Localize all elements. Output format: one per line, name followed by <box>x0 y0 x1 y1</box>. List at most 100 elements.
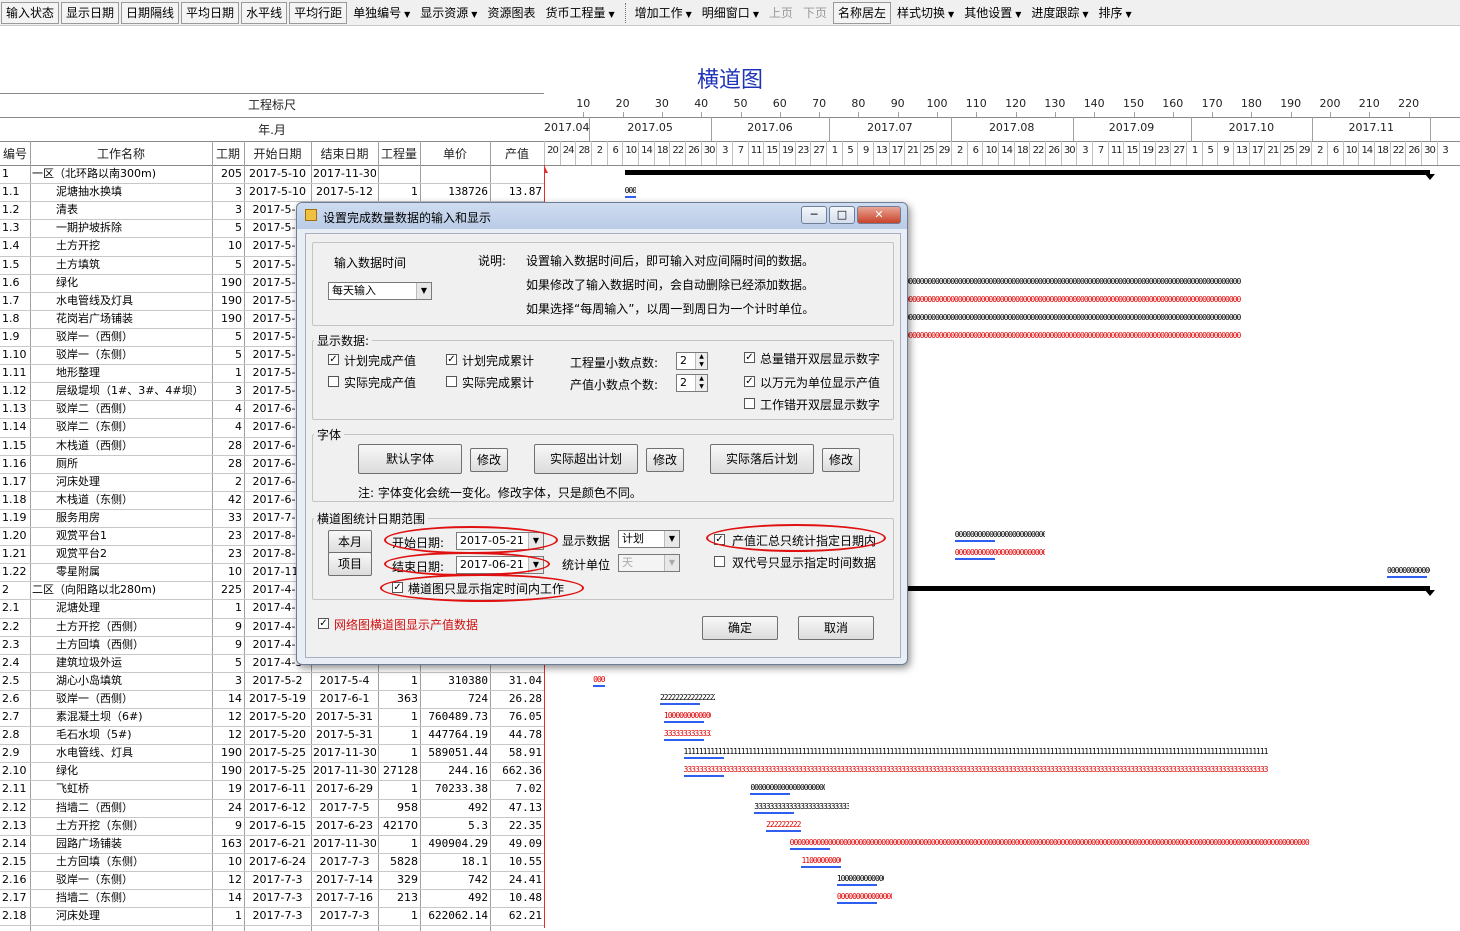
this-month-button[interactable]: 本月 <box>328 530 372 554</box>
task-bar[interactable]: 1111111111111111111111111111111111111111… <box>684 748 1431 755</box>
table-row[interactable]: 2.5 湖心小岛填筑 3 2017-5-2 2017-5-4 1 310380 31.04 <box>0 672 544 690</box>
day-label: 17 <box>1251 145 1264 156</box>
task-bar[interactable]: 000000000000000000000000000000 <box>955 531 1045 538</box>
ok-button[interactable]: 确定 <box>702 616 778 640</box>
toolbar-name-left[interactable]: 名称居左 <box>833 1 892 24</box>
column-header-7[interactable]: 产值 <box>490 145 544 162</box>
wan-unit-checkbox[interactable]: ✓ <box>744 376 755 387</box>
task-bar[interactable]: 3333333333333333333333333333333333333333… <box>684 766 1431 773</box>
toolbar-button-2[interactable]: 日期隔线 <box>121 1 180 24</box>
toolbar-button-1[interactable]: 显示日期 <box>61 1 120 24</box>
toolbar-menu-menus2-0[interactable]: 货币工程量 ▼ <box>541 2 620 24</box>
show-data-select[interactable]: 计划 ▼ <box>618 530 680 548</box>
toolbar-page-0[interactable]: 上页 <box>765 2 799 24</box>
table-row[interactable]: 2.18 河床处理 1 2017-7-3 2017-7-3 1 622062.14 62.21 <box>0 907 544 925</box>
toolbar-button-3[interactable]: 平均日期 <box>181 1 240 24</box>
toolbar-page-1[interactable]: 下页 <box>799 2 833 24</box>
column-header-1[interactable]: 工作名称 <box>30 145 212 162</box>
toolbar-button-0[interactable]: 输入状态 <box>1 1 60 24</box>
column-header-3[interactable]: 开始日期 <box>244 145 311 162</box>
task-bar[interactable]: 11000000000000000000000 <box>801 857 840 864</box>
task-bar[interactable]: 0000000000001 <box>1387 567 1430 574</box>
toolbar-menu-menus1-1[interactable]: 显示资源 ▼ <box>416 2 483 24</box>
toolbar-menu-menus3-0[interactable]: 增加工作 ▼ <box>631 2 698 24</box>
total-double-checkbox[interactable]: ✓ <box>744 352 755 363</box>
plan-output-checkbox[interactable]: ✓ <box>328 354 339 365</box>
plan-cum-checkbox[interactable]: ✓ <box>446 354 457 365</box>
summary-bar[interactable] <box>624 170 1431 175</box>
table-row[interactable]: 2.8 毛石水坝（5#) 12 2017-5-20 2017-5-31 1 447764.1… <box>0 726 544 744</box>
task-bar[interactable]: 0000000000000000000000000000000000 <box>955 549 1045 556</box>
toolbar-menu-menus4-2[interactable]: 进度跟踪 ▼ <box>1027 2 1094 24</box>
val-decimals-spinner[interactable]: 2 ▲ ▼ <box>676 374 708 392</box>
task-bar[interactable]: 000000000 <box>625 187 637 194</box>
table-row[interactable]: 2.16 驳岸一（东侧） 12 2017-7-3 2017-7-14 329 742 24.4… <box>0 871 544 889</box>
task-bar[interactable]: 000000000 <box>593 676 605 683</box>
task-bar[interactable]: 333333333333333333333333333333 <box>754 803 848 810</box>
toolbar-menu-menus4-0[interactable]: 样式切换 ▼ <box>893 2 960 24</box>
task-bar[interactable]: 1000000000000000000000 <box>837 875 884 882</box>
toolbar-resource-chart[interactable]: 资源图表 <box>483 2 541 24</box>
table-row[interactable]: 1.1 泥塘抽水换填 3 2017-5-10 2017-5-12 1 138726 13.87 <box>0 183 544 201</box>
modify-behind-button[interactable]: 修改 <box>822 448 860 472</box>
minimize-button[interactable]: ─ <box>801 206 827 224</box>
stat-unit-select[interactable]: 天 ▼ <box>618 554 680 572</box>
column-header-5[interactable]: 工程量 <box>378 145 420 162</box>
toolbar-menu-menus4-1[interactable]: 其他设置 ▼ <box>960 2 1027 24</box>
column-header-4[interactable]: 结束日期 <box>311 145 378 162</box>
default-font-button[interactable]: 默认字体 <box>358 444 462 474</box>
work-double-checkbox[interactable] <box>744 398 755 409</box>
modify-default-button[interactable]: 修改 <box>470 448 508 472</box>
day-divider <box>1154 141 1156 165</box>
toolbar-button-5[interactable]: 平均行距 <box>289 1 348 24</box>
project-button[interactable]: 项目 <box>328 552 372 576</box>
actual-output-checkbox[interactable] <box>328 376 339 387</box>
task-bar[interactable]: 1000000000000000000000 <box>664 712 711 719</box>
toolbar-menu-menus4-3[interactable]: 排序 ▼ <box>1095 2 1138 24</box>
table-row[interactable]: 2.7 素混凝土坝（6#) 12 2017-5-20 2017-5-31 1 760489.… <box>0 708 544 726</box>
maximize-button[interactable]: □ <box>829 206 855 224</box>
table-row[interactable]: 1 一区（北环路以南300m) 205 2017-5-10 2017-11-30 <box>0 165 544 183</box>
table-row[interactable]: 2.6 驳岸一（西侧） 14 2017-5-19 2017-6-1 363 724 26.28 <box>0 690 544 708</box>
dialog-titlebar[interactable]: 设置完成数量数据的输入和显示 ─ □ ✕ <box>297 203 907 229</box>
day-divider <box>1076 141 1078 165</box>
spinner-arrows-icon[interactable]: ▲ ▼ <box>695 375 707 391</box>
table-row[interactable]: 2.9 水电管线、灯具 190 2017-5-25 2017-11-30 1 589051.… <box>0 744 544 762</box>
task-bar[interactable]: 222222222222222222222222 <box>766 821 801 828</box>
modify-over-button[interactable]: 修改 <box>646 448 684 472</box>
actual-cum-checkbox[interactable] <box>446 376 457 387</box>
table-row[interactable]: 2.17 挡墙二（东侧） 14 2017-7-3 2017-7-16 213 492 10.4… <box>0 889 544 907</box>
task-bar[interactable]: 0000000000000000000000000000000000000000… <box>790 839 1431 846</box>
cell-dur: 190 <box>221 311 242 325</box>
column-header-2[interactable]: 工期 <box>212 145 244 162</box>
toolbar-button-4[interactable]: 水平线 <box>241 1 288 24</box>
task-bar[interactable]: 000000000000000000000 <box>837 893 892 900</box>
task-bar[interactable]: 22222222222222222222222 <box>660 694 715 701</box>
table-row[interactable]: 2.10 绿化 190 2017-5-25 2017-11-30 27128 244.16 6… <box>0 762 544 780</box>
task-bar[interactable]: 0000000000000000000000000000000 <box>750 784 825 791</box>
task-bar[interactable]: 33333333333333333333333 <box>664 730 711 737</box>
yearmonth-label: 年.月 <box>258 123 286 137</box>
qty-decimals-spinner[interactable]: 2 ▲ ▼ <box>676 352 708 370</box>
double-code-checkbox[interactable] <box>714 556 725 567</box>
day-divider <box>1280 141 1282 165</box>
cancel-button[interactable]: 取消 <box>798 616 874 640</box>
month-label: 2017.10 <box>1228 121 1275 134</box>
cell-name: 挡墙二（东侧） <box>56 891 133 904</box>
network-output-checkbox[interactable]: ✓ <box>318 618 329 629</box>
table-row[interactable]: 2.11 飞虹桥 19 2017-6-11 2017-6-29 1 70233.38 7.02 <box>0 780 544 798</box>
cell-val: 10.55 <box>508 854 542 868</box>
table-row[interactable]: 2.15 土方回填（东侧） 10 2017-6-24 2017-7-3 5828 18.1 1… <box>0 853 544 871</box>
over-plan-font-button[interactable]: 实际超出计划 <box>534 444 638 474</box>
column-header-6[interactable]: 单价 <box>420 145 490 162</box>
toolbar-menu-menus1-0[interactable]: 单独编号 ▼ <box>349 2 416 24</box>
column-header-0[interactable]: 编号 <box>0 145 30 162</box>
input-time-select[interactable]: 每天输入 ▼ <box>328 282 432 300</box>
behind-plan-font-button[interactable]: 实际落后计划 <box>710 444 814 474</box>
close-button[interactable]: ✕ <box>857 206 901 224</box>
toolbar-menu-menus3-1[interactable]: 明细窗口 ▼ <box>698 2 765 24</box>
table-row[interactable]: 2.13 土方开挖（东侧） 9 2017-6-15 2017-6-23 42170 5.3 2… <box>0 817 544 835</box>
table-row[interactable]: 2.12 挡墙二（西侧） 24 2017-6-12 2017-7-5 958 492 47.1… <box>0 799 544 817</box>
table-row[interactable]: 2.14 园路广场铺装 163 2017-6-21 2017-11-30 1 490904.… <box>0 835 544 853</box>
spinner-arrows-icon[interactable]: ▲ ▼ <box>695 353 707 369</box>
